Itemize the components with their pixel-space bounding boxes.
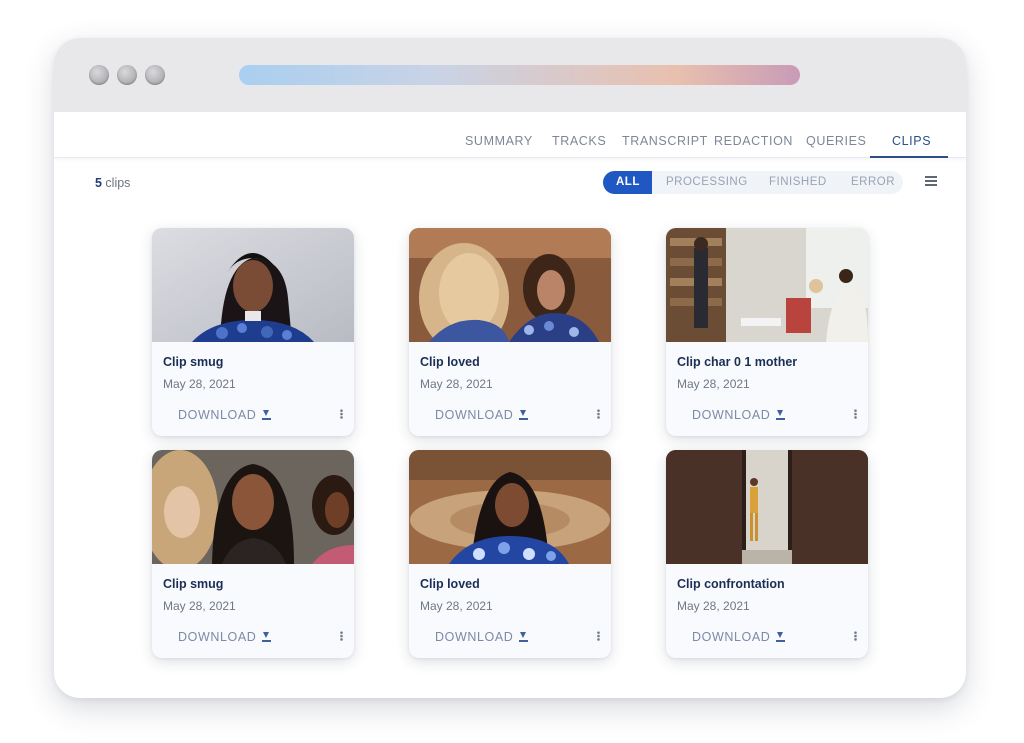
clip-count: 5 clips — [95, 176, 130, 190]
clip-date: May 28, 2021 — [677, 377, 750, 391]
more-options-icon[interactable] — [340, 409, 343, 419]
clip-card[interactable]: Clip char 0 1 mother May 28, 2021 DOWNLO… — [666, 228, 868, 436]
download-label: DOWNLOAD — [435, 408, 514, 422]
clip-thumbnail — [409, 228, 611, 342]
clip-title: Clip char 0 1 mother — [677, 355, 798, 369]
clip-count-number: 5 — [95, 176, 102, 190]
clip-card[interactable]: Clip smug May 28, 2021 DOWNLOAD — [152, 450, 354, 658]
download-icon — [519, 410, 529, 420]
clip-date: May 28, 2021 — [163, 377, 236, 391]
clip-thumbnail — [152, 450, 354, 564]
clip-title: Clip smug — [163, 577, 224, 591]
minimize-window-button[interactable] — [117, 65, 137, 85]
download-icon — [519, 632, 529, 642]
filter-processing[interactable]: PROCESSING — [666, 171, 748, 194]
download-label: DOWNLOAD — [178, 630, 257, 644]
download-button[interactable]: DOWNLOAD — [692, 630, 786, 644]
browser-titlebar — [54, 38, 966, 112]
tab-queries[interactable]: QUERIES — [806, 134, 866, 148]
filter-finished[interactable]: FINISHED — [769, 171, 827, 194]
close-window-button[interactable] — [89, 65, 109, 85]
download-icon — [262, 410, 272, 420]
download-label: DOWNLOAD — [435, 630, 514, 644]
tab-tracks[interactable]: TRACKS — [552, 134, 606, 148]
clip-date: May 28, 2021 — [420, 599, 493, 613]
download-icon — [262, 632, 272, 642]
tab-clips[interactable]: CLIPS — [892, 134, 931, 148]
address-bar[interactable] — [239, 65, 800, 85]
download-label: DOWNLOAD — [692, 630, 771, 644]
tab-bar: SUMMARY TRACKS TRANSCRIPT REDACTION QUER… — [54, 112, 966, 158]
download-button[interactable]: DOWNLOAD — [435, 630, 529, 644]
download-button[interactable]: DOWNLOAD — [435, 408, 529, 422]
download-button[interactable]: DOWNLOAD — [178, 408, 272, 422]
clip-card[interactable]: Clip confrontation May 28, 2021 DOWNLOAD — [666, 450, 868, 658]
filter-error[interactable]: ERROR — [851, 171, 895, 194]
more-options-icon[interactable] — [597, 631, 600, 641]
list-view-icon[interactable] — [925, 176, 937, 186]
more-options-icon[interactable] — [854, 409, 857, 419]
tab-summary[interactable]: SUMMARY — [465, 134, 533, 148]
clip-date: May 28, 2021 — [163, 599, 236, 613]
clip-title: Clip loved — [420, 355, 480, 369]
app-window: SUMMARY TRACKS TRANSCRIPT REDACTION QUER… — [54, 38, 966, 698]
status-filter-group: ALL PROCESSING FINISHED ERROR — [603, 171, 903, 194]
maximize-window-button[interactable] — [145, 65, 165, 85]
clip-title: Clip confrontation — [677, 577, 785, 591]
download-label: DOWNLOAD — [692, 408, 771, 422]
more-options-icon[interactable] — [854, 631, 857, 641]
clip-card[interactable]: Clip loved May 28, 2021 DOWNLOAD — [409, 450, 611, 658]
clip-thumbnail — [666, 450, 868, 564]
active-tab-indicator — [870, 156, 948, 158]
clip-date: May 28, 2021 — [677, 599, 750, 613]
more-options-icon[interactable] — [340, 631, 343, 641]
download-button[interactable]: DOWNLOAD — [692, 408, 786, 422]
clip-thumbnail — [666, 228, 868, 342]
more-options-icon[interactable] — [597, 409, 600, 419]
clip-title: Clip smug — [163, 355, 224, 369]
tab-transcript[interactable]: TRANSCRIPT — [622, 134, 708, 148]
download-icon — [776, 632, 786, 642]
clip-card[interactable]: Clip smug May 28, 2021 DOWNLOAD — [152, 228, 354, 436]
clip-thumbnail — [152, 228, 354, 342]
clip-thumbnail — [409, 450, 611, 564]
clip-title: Clip loved — [420, 577, 480, 591]
download-icon — [776, 410, 786, 420]
filter-all[interactable]: ALL — [603, 171, 652, 194]
download-button[interactable]: DOWNLOAD — [178, 630, 272, 644]
download-label: DOWNLOAD — [178, 408, 257, 422]
clip-card[interactable]: Clip loved May 28, 2021 DOWNLOAD — [409, 228, 611, 436]
tab-redaction[interactable]: REDACTION — [714, 134, 793, 148]
clip-date: May 28, 2021 — [420, 377, 493, 391]
clip-count-label: clips — [101, 176, 131, 190]
